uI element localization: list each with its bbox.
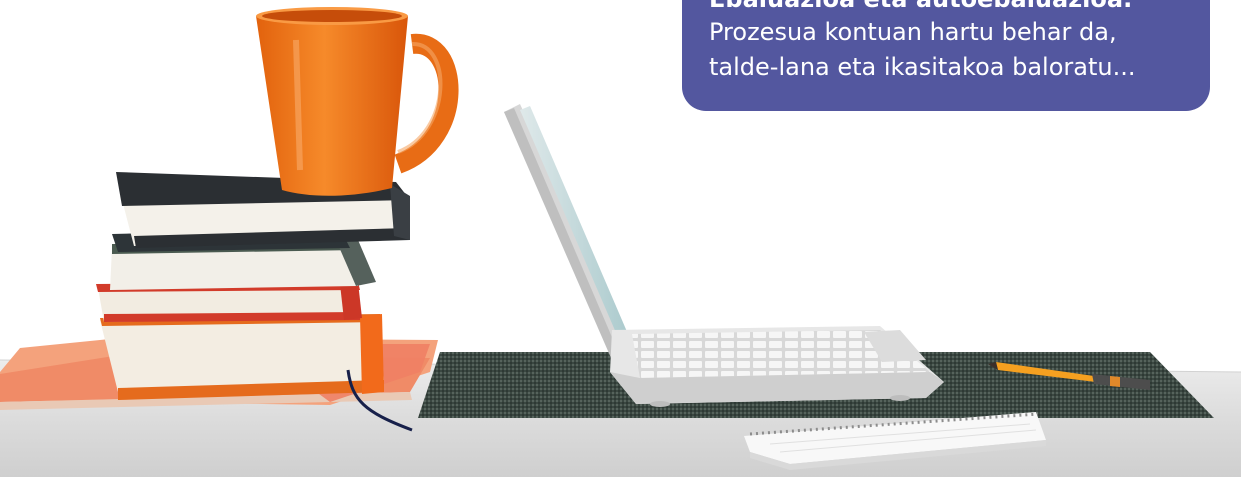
callout-text-line-2: talde-lana eta ikasitakoa baloratu... (709, 53, 1136, 81)
callout-heading: Ebaluazioa eta autoebaluazioa. (709, 0, 1132, 14)
callout-box: Ebaluazioa eta autoebaluazioa. Prozesua … (682, 0, 1210, 111)
callout-text-line-1: Prozesua kontuan hartu behar da, (709, 18, 1117, 46)
